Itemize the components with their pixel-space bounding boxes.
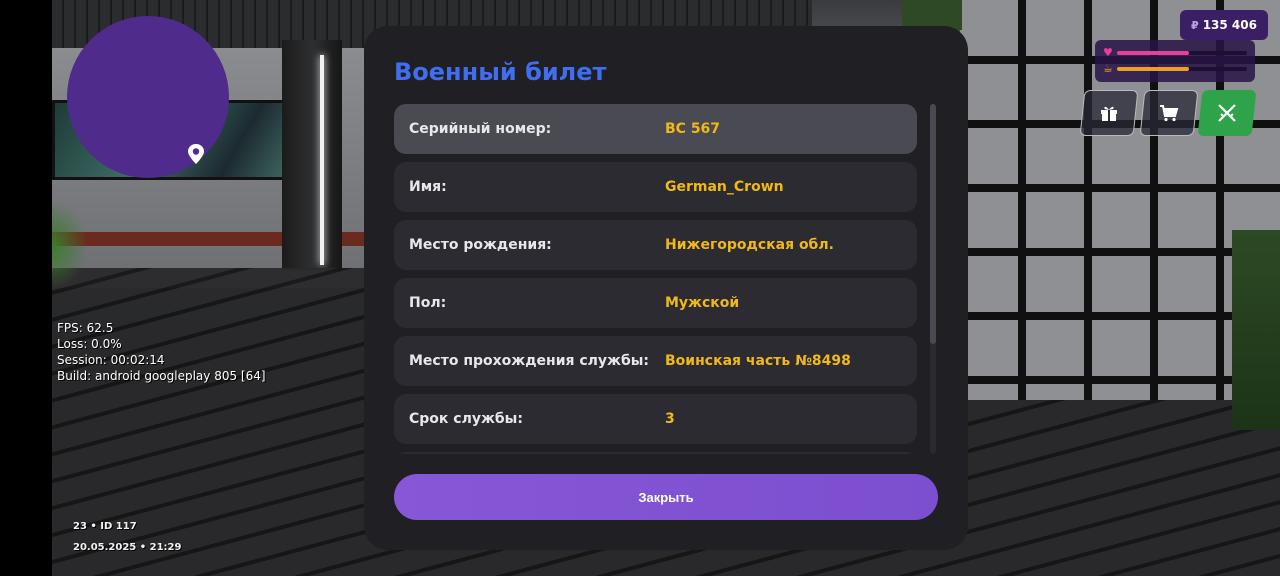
info-row-partial[interactable] [394, 452, 917, 454]
health-bar-fill [1117, 51, 1189, 55]
info-label: Имя: [409, 179, 447, 195]
close-button[interactable]: Закрыть [394, 474, 938, 520]
location-pin-icon [188, 144, 204, 164]
info-value: Нижегородская обл. [665, 237, 834, 253]
info-value: Воинская часть №8498 [665, 353, 851, 369]
build-text: Build: android googleplay 805 [64] [57, 369, 266, 383]
info-list[interactable]: Серийный номер: ВС 567 Имя: German_Crown… [394, 104, 918, 454]
info-label: Пол: [409, 295, 447, 311]
heart-icon: ♥ [1103, 46, 1113, 59]
health-stat: ♥ [1103, 46, 1115, 59]
datetime-text: 20.05.2025 • 21:29 [73, 542, 182, 553]
info-value: ВС 567 [665, 121, 721, 137]
info-row-service-term[interactable]: Срок службы: 3 [394, 394, 917, 444]
info-value: 3 [665, 411, 675, 427]
health-bar [1117, 51, 1247, 55]
info-label: Срок службы: [409, 411, 523, 427]
info-row-name[interactable]: Имя: German_Crown [394, 162, 917, 212]
money-value: 135 406 [1202, 18, 1257, 32]
scrollbar-thumb[interactable] [930, 104, 936, 344]
scene-plant [52, 200, 88, 290]
info-label: Место прохождения службы: [409, 353, 650, 369]
hunger-stat: ☕ [1103, 62, 1115, 75]
info-value: Мужской [665, 295, 740, 311]
scene-pillar [282, 40, 342, 270]
player-stats: ♥ ☕ [1095, 40, 1255, 82]
info-row-birthplace[interactable]: Место рождения: Нижегородская обл. [394, 220, 917, 270]
money-display: ₽ 135 406 [1180, 10, 1268, 40]
session-text: Session: 00:02:14 [57, 353, 165, 367]
debug-info: FPS: 62.5 Loss: 0.0% Session: 00:02:14 B… [57, 320, 266, 384]
crossed-swords-icon [1218, 104, 1236, 122]
info-value: German_Crown [665, 179, 784, 195]
info-row-service-place[interactable]: Место прохождения службы: Воинская часть… [394, 336, 917, 386]
coffee-cup-icon: ☕ [1103, 62, 1113, 75]
info-label: Место рождения: [409, 237, 552, 253]
hunger-bar [1117, 67, 1247, 71]
military-id-dialog: Военный билет Серийный номер: ВС 567 Имя… [364, 26, 968, 550]
fps-text: FPS: 62.5 [57, 321, 114, 335]
gift-button[interactable] [1079, 90, 1139, 136]
hunger-bar-fill [1117, 67, 1189, 71]
screen-left-edge [0, 0, 52, 576]
loss-text: Loss: 0.0% [57, 337, 122, 351]
dialog-title: Военный билет [394, 58, 607, 86]
shop-button[interactable] [1139, 90, 1199, 136]
gift-icon [1101, 106, 1117, 121]
scene-plant [1232, 230, 1280, 430]
server-id-text: 23 • ID 117 [73, 521, 137, 532]
cart-icon [1160, 105, 1179, 122]
ruble-icon: ₽ [1191, 18, 1199, 32]
weapons-button[interactable] [1197, 90, 1257, 136]
info-row-gender[interactable]: Пол: Мужской [394, 278, 917, 328]
info-label: Серийный номер: [409, 121, 552, 137]
scene-light-strip [320, 55, 324, 265]
info-row-serial[interactable]: Серийный номер: ВС 567 [394, 104, 917, 154]
